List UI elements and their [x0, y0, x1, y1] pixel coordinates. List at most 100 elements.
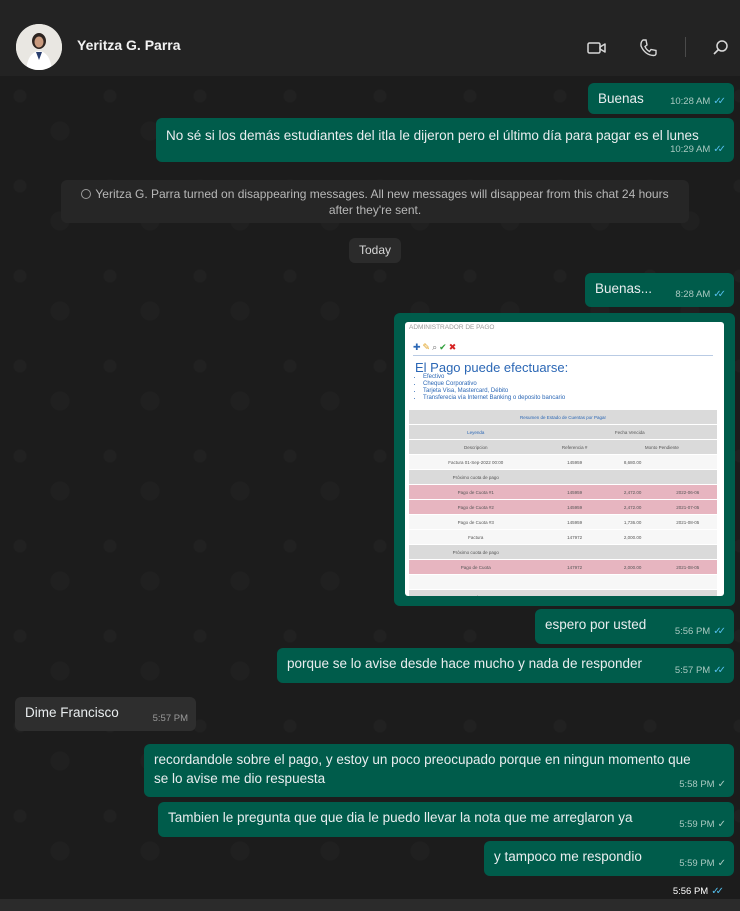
message-meta: 8:28 AM ✓✓	[675, 285, 726, 304]
table-cell: 2021-08-05	[658, 559, 717, 575]
table-cell: Factura	[409, 529, 543, 545]
table-cell: 2021-08-05	[658, 514, 717, 530]
read-receipt-icon: ✓✓	[713, 665, 726, 676]
table-cell	[606, 574, 659, 590]
message-meta: 10:29 AM ✓✓	[670, 140, 726, 159]
message-bubble-outgoing[interactable]: espero por usted 5:56 PM ✓✓	[535, 609, 734, 644]
table-row: Pago de Cuota 147972 2,000.00 2021-08-05	[409, 559, 717, 575]
table-row: Factura 147972 2,000.00	[409, 529, 717, 545]
message-meta: 5:57 PM	[153, 709, 188, 728]
table-cell: 2021-07-05	[658, 499, 717, 515]
table-cell: 10,680.00	[606, 589, 659, 596]
table-cell	[658, 469, 717, 485]
image-header-text: ADMINISTRADOR DE PAGO	[409, 324, 495, 331]
table-cell	[542, 469, 607, 485]
message-bubble-outgoing[interactable]: No sé si los demás estudiantes del itla …	[156, 118, 734, 162]
table-cell	[606, 469, 659, 485]
table-caption: Resumen de Estado de Cuentas por Pagar	[409, 410, 717, 425]
message-time: 5:57 PM	[152, 713, 188, 724]
sent-check-icon: ✓	[717, 779, 726, 790]
table-cell	[542, 544, 607, 560]
video-call-icon[interactable]	[586, 37, 608, 59]
message-time: 8:28 AM	[675, 289, 711, 300]
message-time: 5:58 PM	[679, 779, 715, 790]
table-row: Próximo cuota de pago	[409, 469, 717, 485]
message-text: Tambien le pregunta que que dia le puedo…	[168, 810, 633, 825]
composer-bar-edge	[0, 899, 740, 911]
table-cell: Próximo cuota de pago	[409, 544, 543, 560]
table-cell	[542, 574, 607, 590]
message-text: No sé si los demás estudiantes del itla …	[166, 128, 699, 143]
table-cell	[542, 589, 607, 596]
table-cell	[658, 454, 717, 470]
table-row: Pago de Cuota #3 145959 1,736.00 2021-08-05	[409, 514, 717, 530]
sent-check-icon: ✓	[717, 858, 726, 869]
read-receipt-icon: ✓✓	[711, 886, 724, 897]
message-meta: 10:28 AM ✓✓	[670, 92, 726, 111]
table-cell	[658, 589, 717, 596]
table-cell: 145959	[542, 484, 607, 500]
table-cell: 1,736.00	[606, 514, 659, 530]
table-cell: Pago de Cuota #3	[409, 514, 543, 530]
table-cell	[409, 574, 543, 590]
table-cell: 147972	[542, 529, 607, 545]
table-cell: Pago de Cuota	[409, 559, 543, 575]
message-time: 5:59 PM	[679, 819, 715, 830]
message-bubble-outgoing[interactable]: porque se lo avise desde hace mucho y na…	[277, 648, 734, 683]
shared-image[interactable]: ADMINISTRADOR DE PAGO ✚✎⌕✔✖ El Pago pued…	[405, 322, 724, 596]
read-receipt-icon: ✓✓	[713, 289, 726, 300]
voice-call-icon[interactable]	[637, 37, 659, 59]
message-bubble-outgoing[interactable]: y tampoco me respondio 5:59 PM ✓	[484, 841, 734, 876]
accounts-table: Resumen de Estado de Cuentas por Pagar L…	[409, 410, 717, 596]
contact-avatar[interactable]	[16, 24, 62, 70]
payment-options-list: Efectivo Cheque Corporativo Tarjeta Visa…	[415, 374, 565, 402]
message-time: 5:57 PM	[674, 665, 711, 676]
message-text: porque se lo avise desde hace mucho y na…	[287, 656, 642, 671]
message-meta: 5:59 PM ✓	[679, 815, 726, 834]
contact-name[interactable]: Yeritza G. Parra	[77, 37, 181, 53]
read-receipt-icon: ✓✓	[713, 626, 726, 637]
table-body: Factura 01-Sep-2022 00:00 145959 8,680.00 P…	[409, 454, 717, 596]
table-cell: Totales	[409, 589, 543, 596]
payment-option: Tarjeta Visa, Mastercard, Débito	[423, 388, 565, 395]
disappearing-messages-notice: Yeritza G. Parra turned on disappearing …	[61, 180, 689, 223]
table-cell: Próximo cuota de pago	[409, 469, 543, 485]
legend-label: Leyenda	[409, 424, 543, 440]
message-bubble-outgoing[interactable]: recordandole sobre el pago, y estoy un p…	[144, 744, 734, 797]
search-icon[interactable]	[710, 37, 732, 59]
table-cell: Factura 01-Sep-2022 00:00	[409, 454, 543, 470]
message-bubble-outgoing[interactable]: Buenas 10:28 AM ✓✓	[588, 83, 734, 114]
message-meta: 5:59 PM ✓	[679, 854, 726, 873]
table-cell: 145959	[542, 499, 607, 515]
message-bubble-incoming[interactable]: Dime Francisco 5:57 PM	[15, 697, 196, 731]
notice-text: Yeritza G. Parra turned on disappearing …	[95, 187, 669, 217]
payment-option: Efectivo	[423, 374, 565, 381]
table-cell: 2,472.00	[606, 484, 659, 500]
table-cell: 2,472.00	[606, 499, 659, 515]
table-cell: 2022-06-06	[658, 484, 717, 500]
table-cell: 2,000.00	[606, 559, 659, 575]
sent-check-icon: ✓	[717, 819, 726, 830]
image-divider	[413, 355, 713, 356]
table-row: Factura 01-Sep-2022 00:00 145959 8,680.00	[409, 454, 717, 470]
message-time: 10:29 AM	[670, 144, 711, 155]
table-row: Próximo cuota de pago	[409, 544, 717, 560]
timer-icon	[81, 189, 92, 199]
table-cell: Pago de Cuota #1	[409, 484, 543, 500]
column-header: Referencia #	[542, 439, 607, 455]
message-time: 5:56 PM	[674, 626, 711, 637]
message-bubble-outgoing[interactable]: Buenas... 8:28 AM ✓✓	[585, 273, 734, 307]
message-bubble-outgoing[interactable]: Tambien le pregunta que que dia le puedo…	[158, 802, 734, 837]
message-meta: 5:58 PM ✓	[679, 775, 726, 794]
header-divider	[685, 37, 686, 57]
message-meta: 5:57 PM ✓✓	[675, 661, 726, 680]
table-row: Totales 10,680.00	[409, 589, 717, 596]
table-cell: 147972	[542, 559, 607, 575]
image-title: El Pago puede efectuarse:	[415, 360, 569, 375]
message-meta: 5:56 PM ✓✓	[673, 886, 724, 897]
read-receipt-icon: ✓✓	[713, 96, 726, 107]
column-header: Monto Pendiente	[606, 439, 717, 455]
contact-photo	[16, 24, 62, 70]
table-row: Pago de Cuota #1 145959 2,472.00 2022-06-06	[409, 484, 717, 500]
column-header: Descripcion	[409, 439, 543, 455]
